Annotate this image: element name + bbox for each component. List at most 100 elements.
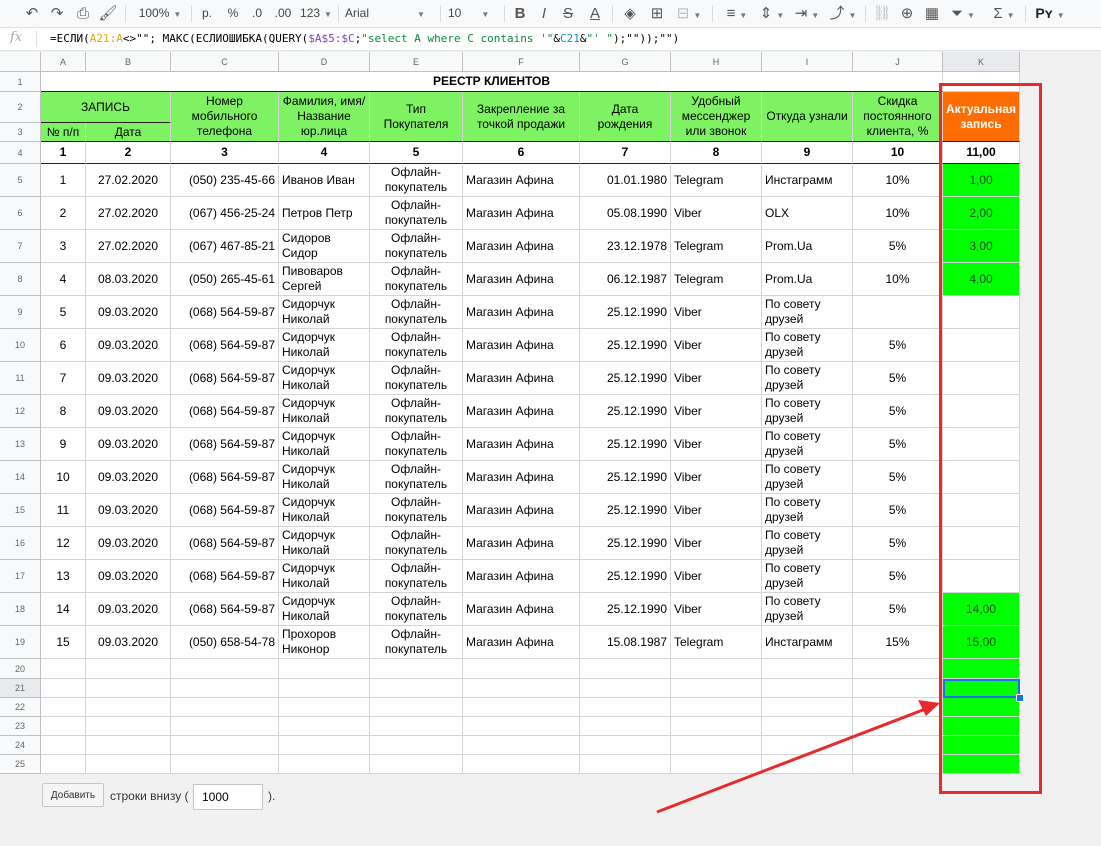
cell-messenger[interactable]: Viber [671, 560, 762, 593]
cell-discount[interactable]: 5% [853, 494, 943, 527]
row-header-1[interactable]: 1 [0, 72, 41, 92]
cell-phone[interactable]: (050) 235-45-66 [171, 164, 279, 197]
filter-icon[interactable]: ⏷ ▼ [948, 0, 978, 27]
row-header-14[interactable]: 14 [0, 461, 41, 494]
empty-cell[interactable] [171, 659, 279, 679]
cell-source[interactable]: По совету друзей [762, 527, 853, 560]
empty-cell[interactable] [463, 659, 580, 679]
empty-cell[interactable] [279, 717, 370, 736]
cell-phone[interactable]: (068) 564-59-87 [171, 593, 279, 626]
cell-date[interactable]: 09.03.2020 [86, 527, 171, 560]
cell-name[interactable]: Сидорчук Николай [279, 527, 370, 560]
cell-name[interactable]: Петров Петр [279, 197, 370, 230]
cell-type[interactable]: Офлайн-покупатель [370, 527, 463, 560]
cell-phone[interactable]: (068) 564-59-87 [171, 428, 279, 461]
empty-cell[interactable] [762, 698, 853, 717]
cell-store[interactable]: Магазин Афина [463, 197, 580, 230]
header-phone[interactable]: Номер мобильного телефона [171, 92, 279, 142]
empty-cell[interactable] [171, 755, 279, 774]
empty-cell[interactable] [671, 717, 762, 736]
cell-discount[interactable]: 5% [853, 461, 943, 494]
redo-icon[interactable]: ↷ [47, 0, 67, 27]
empty-cell[interactable] [580, 755, 671, 774]
cell-messenger[interactable]: Viber [671, 197, 762, 230]
cell-birth[interactable]: 25.12.1990 [580, 296, 671, 329]
input-tools-button[interactable]: Pʏ ▼ [1032, 0, 1068, 27]
row-header-17[interactable]: 17 [0, 560, 41, 593]
cell-num[interactable]: 4 [41, 263, 86, 296]
header-store[interactable]: Закрепление за точкой продажи [463, 92, 580, 142]
cell-type[interactable]: Офлайн-покупатель [370, 362, 463, 395]
row-header-16[interactable]: 16 [0, 527, 41, 560]
cell-phone[interactable]: (068) 564-59-87 [171, 362, 279, 395]
italic-icon[interactable]: I [535, 0, 553, 27]
cell-store[interactable]: Магазин Афина [463, 395, 580, 428]
chart-icon[interactable]: ▦ [922, 0, 942, 27]
cell-phone[interactable]: (067) 467-85-21 [171, 230, 279, 263]
cell-type[interactable]: Офлайн-покупатель [370, 164, 463, 197]
cell-source[interactable]: Prom.Ua [762, 230, 853, 263]
empty-cell[interactable] [853, 755, 943, 774]
empty-cell[interactable] [370, 698, 463, 717]
cell-phone[interactable]: (067) 456-25-24 [171, 197, 279, 230]
column-header-k[interactable]: K [943, 52, 1020, 72]
cell-phone[interactable]: (068) 564-59-87 [171, 527, 279, 560]
cell-num[interactable]: 1 [41, 164, 86, 197]
text-color-icon[interactable]: A [585, 0, 605, 27]
cell-discount[interactable]: 5% [853, 593, 943, 626]
empty-cell[interactable] [86, 717, 171, 736]
cell-phone[interactable]: (068) 564-59-87 [171, 329, 279, 362]
cell-source[interactable]: По совету друзей [762, 494, 853, 527]
empty-cell[interactable] [580, 736, 671, 755]
row-header-13[interactable]: 13 [0, 428, 41, 461]
cell-type[interactable]: Офлайн-покупатель [370, 296, 463, 329]
cell-messenger[interactable]: Viber [671, 593, 762, 626]
cell-messenger[interactable]: Viber [671, 395, 762, 428]
empty-cell[interactable] [671, 659, 762, 679]
cell-birth[interactable]: 25.12.1990 [580, 527, 671, 560]
column-number-cell[interactable]: 2 [86, 142, 171, 164]
cell-birth[interactable]: 25.12.1990 [580, 362, 671, 395]
cell-type[interactable]: Офлайн-покупатель [370, 329, 463, 362]
empty-cell[interactable] [279, 736, 370, 755]
cell-num[interactable]: 2 [41, 197, 86, 230]
cell-name[interactable]: Прохоров Никонор [279, 626, 370, 659]
empty-cell[interactable] [370, 755, 463, 774]
valign-icon[interactable]: ⇕ ▼ [757, 0, 787, 27]
empty-cell[interactable] [463, 679, 580, 698]
empty-cell[interactable] [171, 736, 279, 755]
header-date[interactable]: Дата [86, 123, 171, 142]
cell-source[interactable]: OLX [762, 197, 853, 230]
cell-phone[interactable]: (068) 564-59-87 [171, 494, 279, 527]
cell-source[interactable]: По совету друзей [762, 461, 853, 494]
fill-color-icon[interactable]: ◈ [620, 0, 640, 27]
cell-birth[interactable]: 23.12.1978 [580, 230, 671, 263]
empty-cell[interactable] [580, 698, 671, 717]
empty-cell[interactable] [41, 755, 86, 774]
link-icon[interactable]: ⛓ [872, 0, 892, 27]
cell-name[interactable]: Сидорчук Николай [279, 329, 370, 362]
cell-date[interactable]: 27.02.2020 [86, 197, 171, 230]
cell-num[interactable]: 5 [41, 296, 86, 329]
decrease-decimal-button[interactable]: .0 [246, 0, 268, 27]
empty-cell[interactable] [580, 679, 671, 698]
cell-name[interactable]: Иванов Иван [279, 164, 370, 197]
cell-store[interactable]: Магазин Афина [463, 428, 580, 461]
row-header-12[interactable]: 12 [0, 395, 41, 428]
row-header-6[interactable]: 6 [0, 197, 41, 230]
empty-cell[interactable] [853, 698, 943, 717]
empty-cell[interactable] [463, 717, 580, 736]
cell-name[interactable]: Сидоров Сидор [279, 230, 370, 263]
cell-phone[interactable]: (068) 564-59-87 [171, 560, 279, 593]
empty-cell[interactable] [41, 698, 86, 717]
cell-messenger[interactable]: Viber [671, 527, 762, 560]
cell-num[interactable]: 13 [41, 560, 86, 593]
cell-messenger[interactable]: Viber [671, 296, 762, 329]
cell-store[interactable]: Магазин Афина [463, 164, 580, 197]
empty-cell[interactable] [762, 736, 853, 755]
column-number-cell[interactable]: 4 [279, 142, 370, 164]
cell-name[interactable]: Сидорчук Николай [279, 428, 370, 461]
empty-cell[interactable] [171, 717, 279, 736]
empty-cell[interactable] [279, 679, 370, 698]
cell-type[interactable]: Офлайн-покупатель [370, 428, 463, 461]
